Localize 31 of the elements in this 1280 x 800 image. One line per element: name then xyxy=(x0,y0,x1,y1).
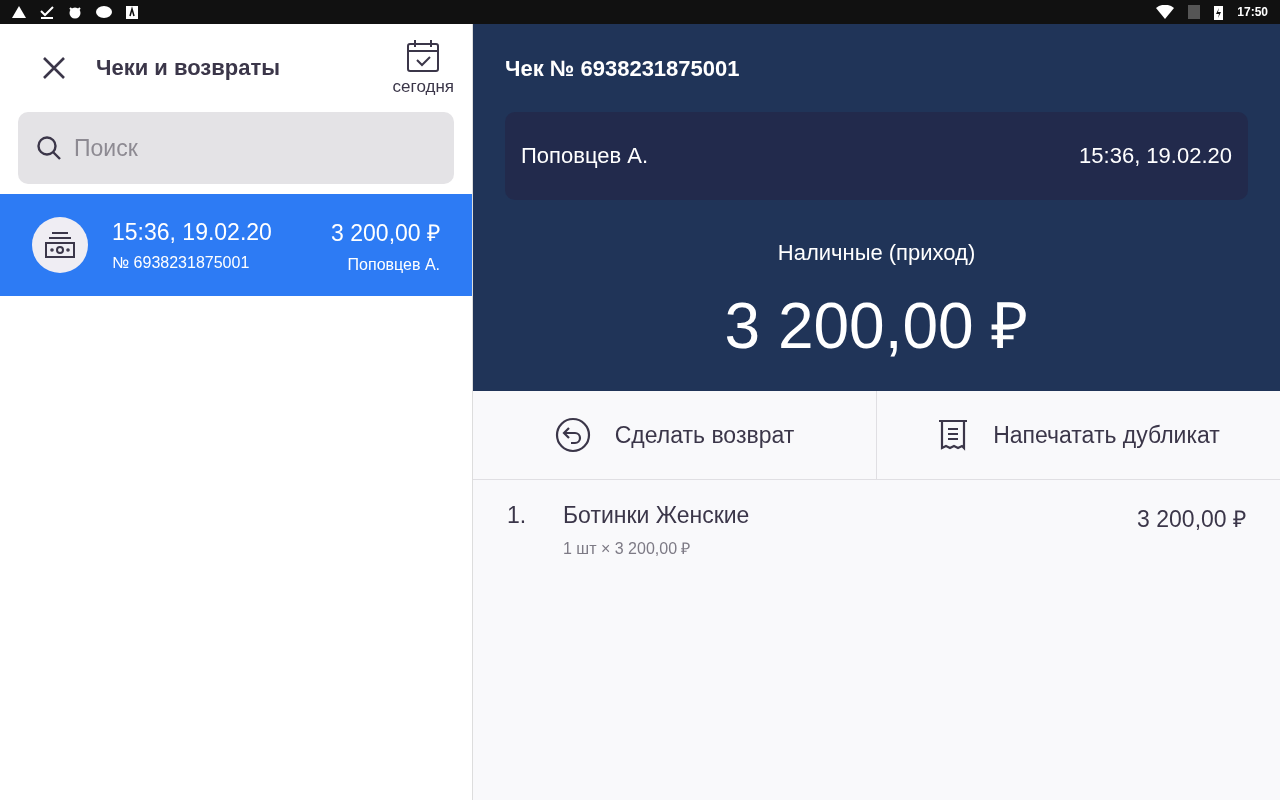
check-icon xyxy=(40,5,54,19)
cashier-name: Поповцев А. xyxy=(347,256,440,274)
receipt-time: 15:36, 19.02.20 xyxy=(112,218,272,246)
date-filter-button[interactable]: сегодня xyxy=(392,39,454,97)
wifi-icon xyxy=(1156,5,1175,19)
cash-icon xyxy=(32,217,88,273)
battery-icon xyxy=(1214,4,1224,20)
receipt-time: 15:36, 19.02.20 xyxy=(1079,143,1232,169)
receipt-total: 3 200,00 ₽ xyxy=(723,289,1030,364)
receipt-title: Чек № 6938231875001 xyxy=(505,56,741,82)
search-icon xyxy=(36,135,62,161)
warning-icon xyxy=(12,6,26,18)
receipt-icon xyxy=(937,419,970,451)
receipt-amount: 3 200,00 ₽ xyxy=(331,219,440,248)
return-icon xyxy=(554,417,591,453)
message-icon xyxy=(96,6,112,18)
close-icon xyxy=(42,56,66,80)
no-sim-icon xyxy=(1188,5,1201,19)
item-price: 3 200,00 ₽ xyxy=(1137,505,1246,534)
search-field[interactable]: Поиск xyxy=(18,112,454,184)
item-quantity: 1 шт × 3 200,00 ₽ xyxy=(563,539,691,559)
clock: 17:50 xyxy=(1237,5,1268,19)
app-icon xyxy=(126,5,138,19)
payment-type: Наличные (приход) xyxy=(776,240,977,266)
item-index: 1. xyxy=(507,502,528,530)
screen-title: Чеки и возвраты xyxy=(96,55,282,81)
receipt-list-item[interactable]: 15:36, 19.02.20 № 6938231875001 3 200,00 ₽ Поповцев А. xyxy=(0,194,472,296)
receipt-number: № 6938231875001 xyxy=(112,253,250,272)
item-name: Ботинки Женские xyxy=(563,502,750,529)
cashier-name: Поповцев А. xyxy=(521,143,649,169)
calendar-icon xyxy=(406,39,441,73)
